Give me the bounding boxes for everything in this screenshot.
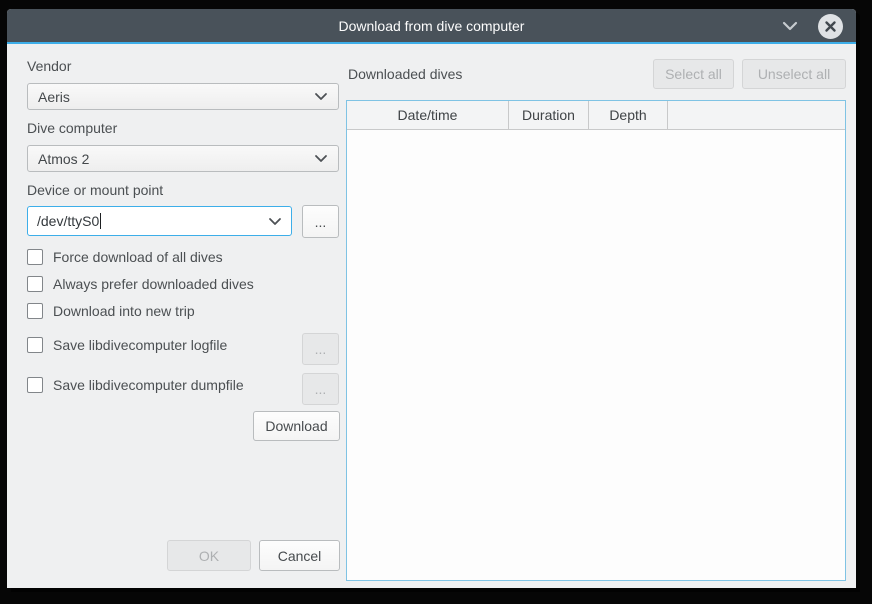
dumpfile-browse-button[interactable]: ... — [302, 373, 339, 405]
table-header-row: Date/time Duration Depth — [347, 101, 845, 130]
checkbox-label: Always prefer downloaded dives — [53, 276, 254, 292]
select-all-button[interactable]: Select all — [653, 59, 734, 89]
device-input[interactable]: /dev/ttyS0 — [27, 206, 292, 236]
close-icon — [824, 20, 837, 33]
download-button[interactable]: Download — [253, 411, 340, 441]
table-body — [347, 130, 845, 581]
checkbox-icon[interactable] — [27, 276, 43, 292]
checkbox-new-trip[interactable]: Download into new trip — [27, 301, 195, 321]
checkbox-save-dumpfile[interactable]: Save libdivecomputer dumpfile — [27, 375, 244, 395]
checkbox-icon[interactable] — [27, 377, 43, 393]
unselect-all-button[interactable]: Unselect all — [742, 59, 846, 89]
column-header-blank[interactable] — [668, 101, 845, 129]
logfile-browse-button[interactable]: ... — [302, 333, 339, 365]
chevron-down-icon — [314, 154, 328, 163]
checkbox-icon[interactable] — [27, 249, 43, 265]
chevron-down-icon[interactable] — [782, 20, 798, 32]
column-header-duration[interactable]: Duration — [509, 101, 589, 129]
titlebar[interactable]: Download from dive computer — [7, 9, 856, 44]
checkbox-icon[interactable] — [27, 303, 43, 319]
column-header-depth[interactable]: Depth — [589, 101, 668, 129]
window-title: Download from dive computer — [339, 18, 525, 34]
checkbox-label: Force download of all dives — [53, 249, 223, 265]
device-label: Device or mount point — [27, 182, 163, 198]
vendor-value: Aeris — [38, 89, 70, 105]
checkbox-force-download[interactable]: Force download of all dives — [27, 247, 223, 267]
dive-computer-label: Dive computer — [27, 120, 117, 136]
checkbox-prefer-downloaded[interactable]: Always prefer downloaded dives — [27, 274, 254, 294]
ok-button[interactable]: OK — [167, 540, 251, 571]
vendor-label: Vendor — [27, 58, 71, 74]
checkbox-label: Download into new trip — [53, 303, 195, 319]
checkbox-label: Save libdivecomputer dumpfile — [53, 377, 244, 393]
chevron-down-icon — [314, 92, 328, 101]
downloaded-dives-table[interactable]: Date/time Duration Depth — [346, 100, 846, 581]
close-button[interactable] — [818, 14, 843, 39]
dive-computer-select[interactable]: Atmos 2 — [27, 145, 339, 172]
device-value: /dev/ttyS0 — [37, 213, 99, 229]
text-cursor — [100, 213, 101, 229]
downloaded-dives-label: Downloaded dives — [348, 66, 462, 82]
checkbox-label: Save libdivecomputer logfile — [53, 337, 227, 353]
device-browse-button[interactable]: ... — [302, 205, 339, 238]
chevron-down-icon — [268, 217, 282, 226]
cancel-button[interactable]: Cancel — [259, 540, 340, 571]
checkbox-icon[interactable] — [27, 337, 43, 353]
dive-computer-value: Atmos 2 — [38, 151, 89, 167]
checkbox-save-logfile[interactable]: Save libdivecomputer logfile — [27, 335, 227, 355]
vendor-select[interactable]: Aeris — [27, 83, 339, 110]
column-header-datetime[interactable]: Date/time — [347, 101, 509, 129]
download-dialog: Download from dive computer Vendor Aeris… — [7, 9, 856, 588]
